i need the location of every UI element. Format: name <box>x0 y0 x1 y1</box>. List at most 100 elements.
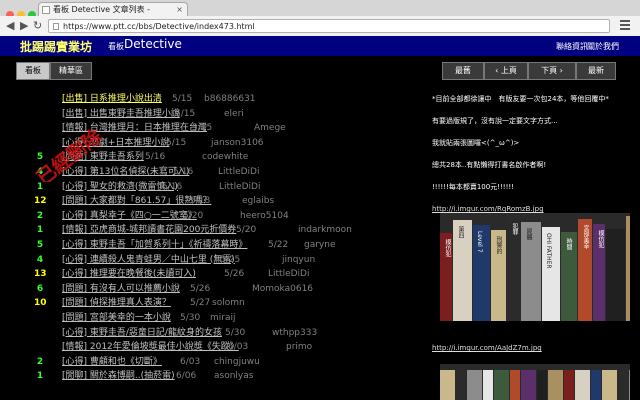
post-row[interactable]: 10 [問題] 偵探推理真人表演？ 5/27 solomn <box>0 296 430 310</box>
next-page-button[interactable]: 下頁 › <box>528 62 576 80</box>
post-row[interactable]: 4 [心得] 連續殺人鬼青蛙男／中山七里 (無雷) 5/25 jinqyun <box>0 253 430 267</box>
post-author: eleri <box>224 108 244 119</box>
book-spine-title: Level 7 <box>476 231 483 253</box>
post-row[interactable]: 5 [心得] 東野圭吾「加賀系列十」《祈禱落幕時》 5/22 garyne <box>0 238 430 252</box>
post-title-link[interactable]: [心得] 東野圭吾「加賀系列十」《祈禱落幕時》 <box>62 238 247 252</box>
image-link-2[interactable]: http://i.imgur.com/AaJdZ7m.jpg <box>432 343 628 353</box>
post-row[interactable]: 2 [心得] 真梨幸子《四○一二號室》 5/20 heero5104 <box>0 209 430 223</box>
browser-tab[interactable]: 看板 Detective 文章列表 - × <box>38 2 188 16</box>
post-row[interactable]: [心得] 東野圭吾/惡童日記/龍紋身的女孩 5/30 wthpp333 <box>0 326 430 340</box>
post-author: wthpp333 <box>272 327 318 338</box>
post-title-link[interactable]: [心得] 東野圭吾/惡童日記/龍紋身的女孩 <box>62 326 222 340</box>
preview-text: !!!!!!每本都賣100元!!!!!! <box>432 183 515 191</box>
post-row[interactable]: 6 [問題] 有沒有人可以推薦小說 5/26 Momoka0616 <box>0 282 430 296</box>
url-text: https://www.ptt.cc/bbs/Detective/index47… <box>63 22 255 31</box>
post-author: LittleDiDi <box>268 269 310 280</box>
book-spine: 模仿犯 <box>593 224 605 321</box>
post-author: b86886631 <box>204 94 256 104</box>
book-spine: Level 7 <box>473 225 490 321</box>
book-spine <box>564 370 574 400</box>
post-date: 5/20 <box>236 225 257 236</box>
post-date: 5/15 <box>172 94 193 104</box>
book-spine <box>606 229 625 321</box>
post-author: heero5104 <box>240 210 289 221</box>
post-author: garyne <box>304 240 336 250</box>
board-label: 看板 <box>108 42 124 51</box>
book-spine <box>440 370 455 400</box>
post-author: jinqyun <box>282 254 316 265</box>
address-bar[interactable]: https://www.ptt.cc/bbs/Detective/index47… <box>48 19 610 33</box>
post-date: 6/03 <box>180 356 201 367</box>
post-row[interactable]: 1 [情報] 亞虎商城-城邦讀書花園200元折價券 5/20 indarkmoon <box>0 223 430 237</box>
post-row[interactable]: [出售] 日系推理小說出清 5/15 b86886631 <box>0 92 430 106</box>
post-date: 5/30 <box>225 327 246 338</box>
contact-link[interactable]: 聯絡資訊 <box>556 41 588 52</box>
push-count: 12 <box>34 196 47 207</box>
book-spine <box>510 370 520 400</box>
deleted-stamp: 已經刪除 <box>32 124 107 182</box>
book-spine <box>467 370 482 400</box>
post-row[interactable]: [問題] 宮部美幸的一本小說 5/30 miraij <box>0 311 430 325</box>
post-title-link[interactable]: [問題] 宮部美幸的一本小說 <box>62 311 171 325</box>
post-row[interactable]: 1 [閒聊] 關於森博嗣..(抽菸雷) 6/06 asonlyas <box>0 369 430 383</box>
site-title[interactable]: 批踢踢實業坊 <box>20 38 92 55</box>
post-date: 5/20 <box>183 210 204 221</box>
book-spine-title: 屍體 <box>525 228 532 240</box>
push-count: 5 <box>36 240 44 250</box>
push-count: 4 <box>36 254 44 265</box>
post-row[interactable]: 12 [問題] 大家都對「861.57」很熟嗎？ 5/18 eglaibs <box>0 194 430 208</box>
book-spine <box>602 370 617 400</box>
book-spine-title: 犯罪 <box>511 223 518 235</box>
post-title-link[interactable]: [情報] 2012年愛倫坡獎最佳小說獎《失蹤》 <box>62 340 239 354</box>
preview-text: *目前全部都徐讓中 有版友要一次包24本，等他回覆中* <box>432 95 609 103</box>
post-title-link[interactable]: [問題] 大家都對「861.57」很熟嗎？ <box>62 194 211 208</box>
preview-text: 有要過版規了，沒有說一定要文字方式... <box>432 117 558 125</box>
newest-button[interactable]: 最新 <box>576 62 616 80</box>
post-title-link[interactable]: [心得] 曹顧和也《切斷》 <box>62 355 162 369</box>
book-spine <box>591 370 601 400</box>
push-count: 10 <box>34 298 47 309</box>
browser-chrome: 看板 Detective 文章列表 - × ◀ ▶ ↻ https://www.… <box>0 0 640 37</box>
post-author: chingjuwu <box>214 356 260 367</box>
reload-icon[interactable]: ↻ <box>33 19 42 33</box>
book-spine-title: 時間 <box>565 238 572 250</box>
post-title-link[interactable]: [心得] 推理要在晚餐後(未讀可入) <box>62 267 196 281</box>
post-author: indarkmoon <box>298 225 352 236</box>
post-title-link[interactable]: [心得] 連續殺人鬼青蛙男／中山七里 (無雷) <box>62 253 235 267</box>
tab-board[interactable]: 看板 <box>16 62 50 80</box>
board-name[interactable]: Detective <box>124 37 182 51</box>
tab-close-icon[interactable]: × <box>176 3 183 16</box>
post-title-link[interactable]: [閒聊] 關於森博嗣..(抽菸雷) <box>62 369 175 383</box>
post-title-link[interactable]: [情報] 亞虎商城-城邦讀書花園200元折價券 <box>62 223 236 237</box>
post-row[interactable]: 13 [心得] 推理要在晚餐後(未讀可入) 5/26 LittleDiDi <box>0 267 430 281</box>
about-link[interactable]: 關於我們 <box>587 41 619 52</box>
back-icon[interactable]: ◀ <box>6 19 14 33</box>
bookshelf-photo-2 <box>440 364 630 400</box>
book-spine-title: 模仿犯 <box>444 239 451 257</box>
post-date: 5/26 <box>190 283 211 294</box>
oldest-button[interactable]: 最舊 <box>442 62 484 80</box>
book-spine: OHI FATHER <box>542 227 560 321</box>
post-date: 5/25 <box>220 254 241 265</box>
book-spine-title: 宮部美幸 <box>582 225 589 249</box>
prev-page-button[interactable]: ‹ 上頁 <box>484 62 528 80</box>
post-row[interactable]: 2 [心得] 曹顧和也《切斷》 6/03 chingjuwu <box>0 355 430 369</box>
post-author: asonlyas <box>214 371 254 382</box>
forward-icon[interactable]: ▶ <box>20 19 28 33</box>
post-row[interactable]: [情報] 2012年愛倫坡獎最佳小說獎《失蹤》 6/03 primo <box>0 340 430 354</box>
tab-digest[interactable]: 精華區 <box>50 62 92 80</box>
post-date: 5/18 <box>190 196 211 207</box>
post-title-link[interactable]: [出售] 日系推理小說出清 <box>62 92 162 106</box>
post-title-link[interactable]: [問題] 偵探推理真人表演？ <box>62 296 171 310</box>
book-spine: 犯罪 <box>507 217 520 321</box>
deleted-stamp-text: 已經刪除 <box>32 124 107 182</box>
post-author: solomn <box>212 298 245 309</box>
push-count: 1 <box>36 371 44 382</box>
post-title-link[interactable]: [心得] 真梨幸子《四○一二號室》 <box>62 209 197 223</box>
book-spine <box>626 216 630 321</box>
post-title-link[interactable]: [問題] 有沒有人可以推薦小說 <box>62 282 180 296</box>
book-spine: 第四 <box>453 220 472 321</box>
push-count: 2 <box>36 356 44 367</box>
push-count: 6 <box>36 283 44 294</box>
menu-icon[interactable] <box>620 20 630 30</box>
